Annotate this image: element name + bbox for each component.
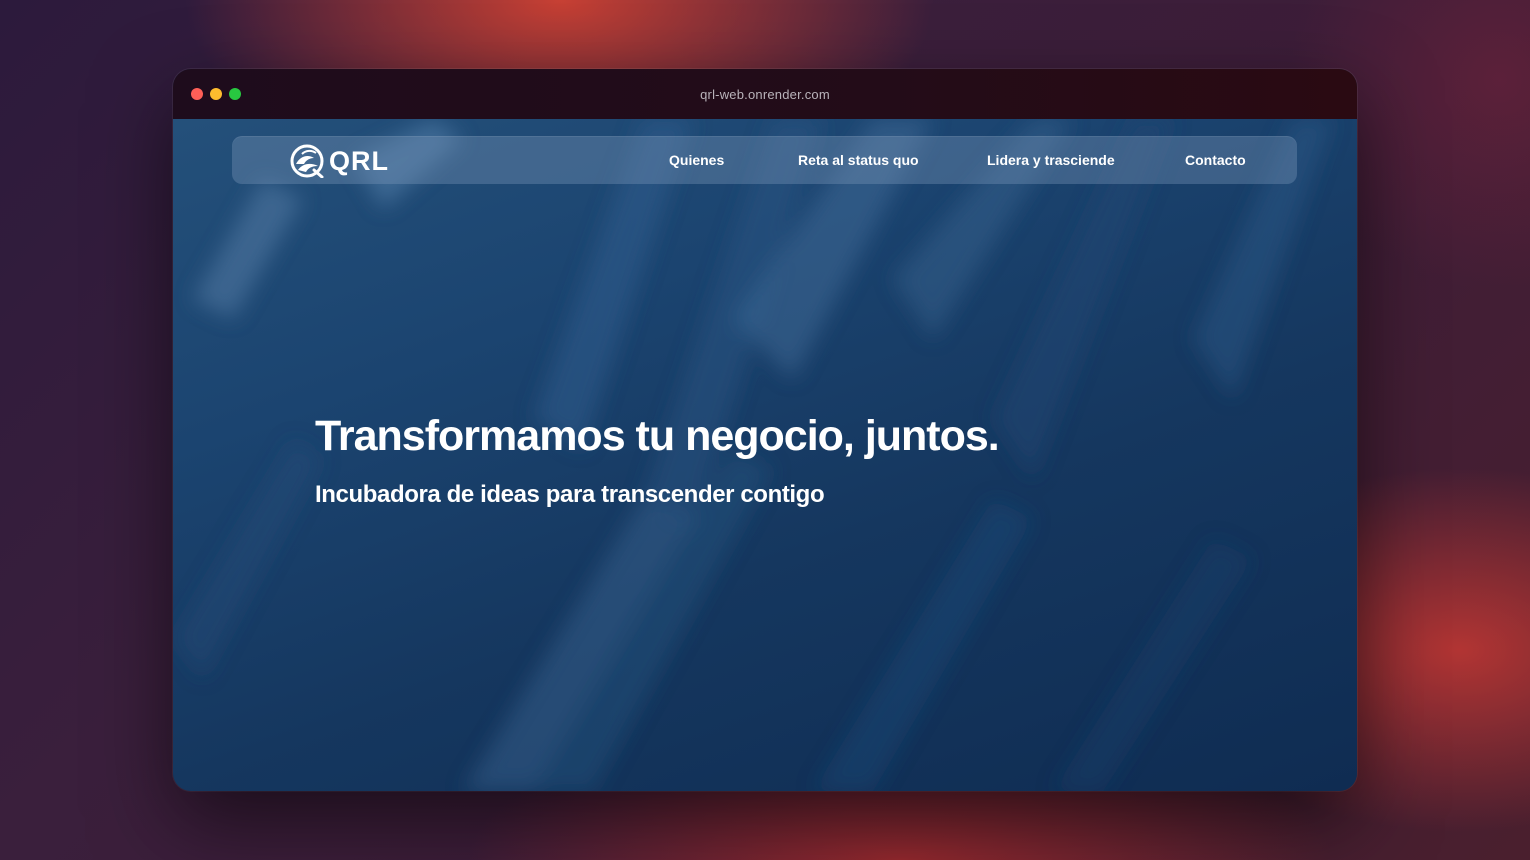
logo-wordmark: QRL [329, 145, 389, 176]
address-bar-url[interactable]: qrl-web.onrender.com [173, 87, 1357, 102]
nav-link-contacto[interactable]: Contacto [1185, 152, 1246, 168]
site-navbar: QRL Quienes Reta al status quo Lidera y … [232, 136, 1297, 184]
browser-window: qrl-web.onrender.com QRL Quienes Reta al… [173, 69, 1357, 791]
nav-link-quienes[interactable]: Quienes [669, 152, 724, 168]
nav-link-reta-al-status-quo[interactable]: Reta al status quo [798, 152, 919, 168]
site-logo[interactable]: QRL [290, 144, 389, 178]
hero-subtitle: Incubadora de ideas para transcender con… [315, 481, 825, 508]
qrl-wave-logo-icon [290, 144, 324, 178]
browser-titlebar: qrl-web.onrender.com [173, 69, 1357, 119]
web-page: QRL Quienes Reta al status quo Lidera y … [173, 119, 1357, 791]
hero-title: Transformamos tu negocio, juntos. [315, 412, 1000, 460]
nav-link-lidera-y-trasciende[interactable]: Lidera y trasciende [987, 152, 1115, 168]
